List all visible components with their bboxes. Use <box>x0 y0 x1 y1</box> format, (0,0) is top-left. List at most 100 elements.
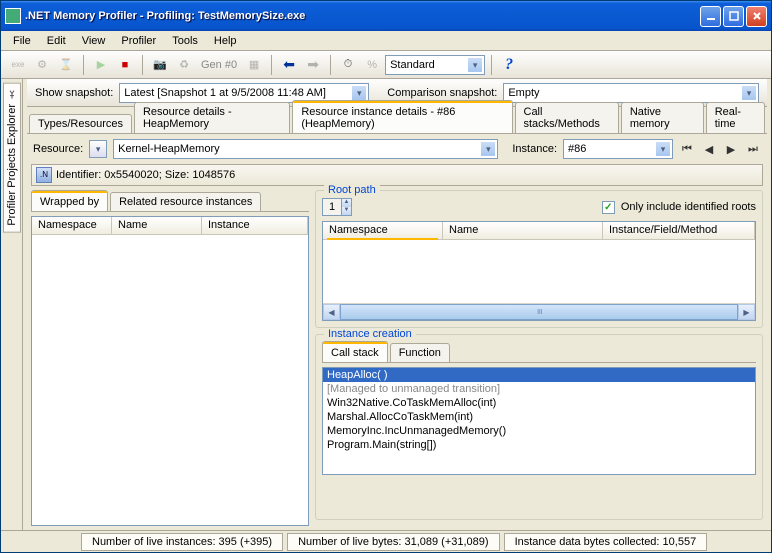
sidetab-label: Profiler Projects Explorer <box>6 104 18 226</box>
next-button[interactable]: ▶ <box>723 142 739 156</box>
maximize-icon <box>729 11 739 21</box>
hourglass-button[interactable]: ⌛ <box>55 54 77 76</box>
help-icon: ? <box>505 56 513 74</box>
titlebar[interactable]: .NET Memory Profiler - Profiling: TestMe… <box>1 1 771 31</box>
back-icon: ⬅ <box>283 56 295 73</box>
gc-button[interactable]: ♻ <box>173 54 195 76</box>
wrapped-by-list[interactable]: Namespace Name Instance <box>31 216 309 526</box>
tab-related-instances[interactable]: Related resource instances <box>110 192 261 211</box>
layout-value: Standard <box>390 59 435 71</box>
play-button[interactable]: ▶ <box>90 54 112 76</box>
tab-call-stack[interactable]: Call stack <box>322 341 388 362</box>
status-live-instances: Number of live instances: 395 (+395) <box>81 533 283 551</box>
scroll-left-icon[interactable]: ◀ <box>323 304 340 320</box>
prev-button[interactable]: ◀ <box>701 142 717 156</box>
stop-button[interactable]: ■ <box>114 54 136 76</box>
tab-call-stacks[interactable]: Call stacks/Methods <box>515 102 619 133</box>
scroll-right-icon[interactable]: ▶ <box>738 304 755 320</box>
stack-frame[interactable]: Marshal.AllocCoTaskMem(int) <box>323 410 755 424</box>
back-button[interactable]: ⬅ <box>278 54 300 76</box>
timer-button[interactable]: ⏱ <box>337 54 359 76</box>
tab-resource-details[interactable]: Resource details - HeapMemory <box>134 102 290 133</box>
instance-label: Instance: <box>512 143 557 155</box>
last-icon: ⏭ <box>748 143 758 156</box>
side-panel-tab[interactable]: Profiler Projects Explorer <box>1 79 23 530</box>
resource-dropdown[interactable]: Kernel-HeapMemory <box>113 139 498 159</box>
tab-resource-instance-details[interactable]: Resource instance details - #86 (HeapMem… <box>292 100 512 133</box>
tab-types-resources[interactable]: Types/Resources <box>29 114 132 133</box>
play-icon: ▶ <box>97 58 105 71</box>
spin-down-icon[interactable]: ▼ <box>341 207 351 215</box>
stack-frame[interactable]: Win32Native.CoTaskMemAlloc(int) <box>323 396 755 410</box>
first-button[interactable]: ⏮ <box>679 142 695 156</box>
stack-frame[interactable]: [Managed to unmanaged transition] <box>323 382 755 396</box>
col-namespace[interactable]: Namespace <box>32 217 112 234</box>
heap-icon: ▦ <box>249 58 259 71</box>
wrapped-by-header: Namespace Name Instance <box>32 217 308 235</box>
close-button[interactable] <box>746 6 767 27</box>
left-subtabs: Wrapped by Related resource instances <box>31 190 309 212</box>
compare-snapshot-dropdown[interactable]: Empty <box>503 83 759 103</box>
tab-function[interactable]: Function <box>390 343 450 362</box>
close-icon <box>752 11 762 21</box>
pin-icon <box>7 90 17 100</box>
instance-dropdown[interactable]: #86 <box>563 139 673 159</box>
tab-native-memory[interactable]: Native memory <box>621 102 704 133</box>
app-window: .NET Memory Profiler - Profiling: TestMe… <box>0 0 772 553</box>
layout-dropdown[interactable]: Standard <box>385 55 485 75</box>
root-path-label: Root path <box>324 184 380 196</box>
recycle-icon: ♻ <box>179 58 189 71</box>
resource-row: Resource: ▾ Kernel-HeapMemory Instance: … <box>27 134 767 164</box>
heap-button[interactable]: ▦ <box>243 54 265 76</box>
help-button[interactable]: ? <box>498 54 520 76</box>
percent-icon: % <box>367 59 377 71</box>
menu-tools[interactable]: Tools <box>164 33 206 49</box>
compare-snapshot-value: Empty <box>508 87 539 99</box>
exe-icon: exe <box>12 60 25 69</box>
root-scrollbar[interactable]: ◀ ▶ <box>323 303 755 320</box>
call-stack-list[interactable]: HeapAlloc( ) [Managed to unmanaged trans… <box>322 367 756 475</box>
col-name[interactable]: Name <box>112 217 202 234</box>
stack-frame[interactable]: Program.Main(string[]) <box>323 438 755 452</box>
only-identified-label: Only include identified roots <box>621 201 756 213</box>
menu-file[interactable]: File <box>5 33 39 49</box>
last-button[interactable]: ⏭ <box>745 142 761 156</box>
menu-view[interactable]: View <box>74 33 114 49</box>
right-pane: Root path ▲▼ ✓ Only include identified r… <box>315 190 763 526</box>
main-area: Show snapshot: Latest [Snapshot 1 at 9/5… <box>23 79 771 530</box>
menu-edit[interactable]: Edit <box>39 33 74 49</box>
instance-creation-label: Instance creation <box>324 328 416 340</box>
spin-up-icon[interactable]: ▲ <box>341 199 351 207</box>
resource-picker-button[interactable]: ▾ <box>89 140 107 158</box>
root-index-spinner[interactable]: ▲▼ <box>322 198 352 216</box>
percent-button[interactable]: % <box>361 54 383 76</box>
menu-help[interactable]: Help <box>206 33 245 49</box>
stack-frame[interactable]: MemoryInc.IncUnmanagedMemory() <box>323 424 755 438</box>
col-instance[interactable]: Instance <box>202 217 308 234</box>
maximize-button[interactable] <box>723 6 744 27</box>
menu-profiler[interactable]: Profiler <box>113 33 164 49</box>
tab-wrapped-by[interactable]: Wrapped by <box>31 190 108 211</box>
stack-frame[interactable]: HeapAlloc( ) <box>323 368 755 382</box>
root-col-namespace[interactable]: Namespace <box>323 222 443 239</box>
snapshot-button[interactable]: 📷 <box>149 54 171 76</box>
attach-button[interactable]: ⚙ <box>31 54 53 76</box>
root-path-list[interactable]: Namespace Name Instance/Field/Method ◀ ▶ <box>322 221 756 321</box>
main-tabstrip: Types/Resources Resource details - HeapM… <box>27 111 767 134</box>
next-icon: ▶ <box>727 143 735 156</box>
menubar: File Edit View Profiler Tools Help <box>1 31 771 51</box>
only-identified-checkbox[interactable]: ✓ <box>602 201 615 214</box>
compare-snapshot-label: Comparison snapshot: <box>387 87 497 99</box>
root-col-instance[interactable]: Instance/Field/Method <box>603 222 755 239</box>
tab-real-time[interactable]: Real-time <box>706 102 765 133</box>
stopwatch-icon: ⏱ <box>344 58 353 71</box>
forward-button[interactable]: ➡ <box>302 54 324 76</box>
root-col-name[interactable]: Name <box>443 222 603 239</box>
stop-icon: ■ <box>122 59 129 71</box>
scroll-thumb[interactable] <box>340 304 738 320</box>
open-exe-button[interactable]: exe <box>7 54 29 76</box>
status-live-bytes: Number of live bytes: 31,089 (+31,089) <box>287 533 499 551</box>
first-icon: ⏮ <box>682 143 692 156</box>
minimize-button[interactable] <box>700 6 721 27</box>
root-index-input[interactable] <box>323 199 341 215</box>
